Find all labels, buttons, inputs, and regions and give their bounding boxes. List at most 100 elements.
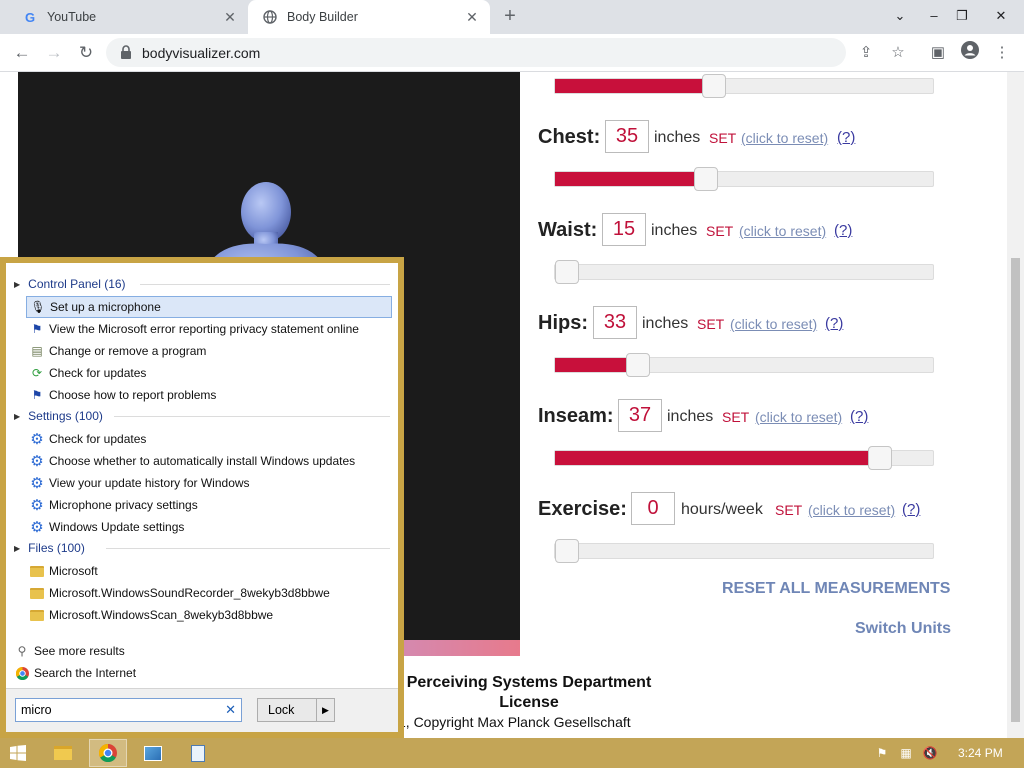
bookmark-star-icon[interactable]: ☆	[886, 41, 910, 65]
close-window-button[interactable]: ✕	[984, 0, 1018, 34]
waist-set-button[interactable]: SET	[706, 223, 733, 239]
hips-reset-link[interactable]: (click to reset)	[730, 316, 817, 332]
url-text: bodyvisualizer.com	[142, 45, 261, 61]
inseam-reset-link[interactable]: (click to reset)	[755, 409, 842, 425]
slider-thumb[interactable]	[626, 353, 650, 377]
waist-reset-link[interactable]: (click to reset)	[739, 223, 826, 239]
menu-kebab-icon[interactable]: ⋮	[990, 41, 1014, 65]
lock-button[interactable]: Lock ▶	[257, 698, 335, 722]
inseam-input[interactable]: 37	[618, 399, 662, 432]
tab-strip: G YouTube ✕ Body Builder ✕ + ⌄ – ❐ ✕	[0, 0, 1024, 34]
expand-triangle-icon: ▶	[14, 543, 21, 553]
result-folder-microsoft[interactable]: Microsoft	[26, 560, 392, 582]
chest-input[interactable]: 35	[605, 120, 649, 153]
close-tab-icon[interactable]: ✕	[222, 9, 238, 25]
clear-search-icon[interactable]: ✕	[225, 699, 236, 721]
reload-button[interactable]: ↻	[73, 41, 99, 65]
exercise-input[interactable]: 0	[631, 492, 675, 525]
group-header-settings[interactable]: ▶ Settings (100)	[14, 406, 390, 426]
slider-previous[interactable]	[554, 74, 934, 98]
chest-reset-link[interactable]: (click to reset)	[741, 130, 828, 146]
see-more-results-link[interactable]: ⚲ See more results	[14, 641, 125, 661]
result-label: Choose whether to automatically install …	[49, 454, 356, 468]
network-icon[interactable]: ▦	[898, 745, 914, 761]
result-folder-windows-scan[interactable]: Microsoft.WindowsScan_8wekyb3d8bbwe	[26, 604, 392, 626]
waist-help-link[interactable]: (?)	[834, 222, 852, 239]
windows-start-icon[interactable]	[10, 745, 26, 761]
tab-body-builder[interactable]: Body Builder ✕	[248, 0, 490, 34]
side-panel-icon[interactable]: ▣	[926, 41, 950, 65]
power-options-arrow-icon[interactable]: ▶	[316, 699, 334, 721]
result-folder-sound-recorder[interactable]: Microsoft.WindowsSoundRecorder_8wekyb3d8…	[26, 582, 392, 604]
slider-thumb[interactable]	[694, 167, 718, 191]
switch-units-button[interactable]: Switch Units	[855, 620, 951, 638]
taskbar-clock[interactable]: 3:24 PM	[958, 746, 1003, 760]
share-icon[interactable]: ⇪	[854, 41, 878, 65]
scrollbar-thumb[interactable]	[1011, 258, 1020, 722]
exercise-set-button[interactable]: SET	[775, 502, 802, 518]
action-center-flag-icon[interactable]: ⚑	[874, 745, 890, 761]
address-bar[interactable]: bodyvisualizer.com	[106, 38, 846, 67]
slider-thumb[interactable]	[868, 446, 892, 470]
profile-avatar-icon[interactable]	[958, 41, 982, 65]
result-windows-update-settings[interactable]: ⚙ Windows Update settings	[26, 516, 392, 538]
forward-button[interactable]: →	[41, 41, 67, 65]
taskbar-photos[interactable]	[134, 739, 172, 767]
start-search-input[interactable]: micro ✕	[15, 698, 242, 722]
taskbar-chrome[interactable]	[89, 739, 127, 767]
chest-slider[interactable]	[554, 167, 934, 191]
new-tab-button[interactable]: +	[498, 5, 522, 29]
taskbar-notepad[interactable]	[179, 739, 217, 767]
waist-input[interactable]: 15	[602, 213, 646, 246]
slider-thumb[interactable]	[555, 260, 579, 284]
result-auto-install-updates[interactable]: ⚙ Choose whether to automatically instal…	[26, 450, 392, 472]
chest-set-button[interactable]: SET	[709, 130, 736, 146]
result-microphone-privacy[interactable]: ⚙ Microphone privacy settings	[26, 494, 392, 516]
inseam-slider[interactable]	[554, 446, 934, 470]
slider-fill	[555, 451, 880, 465]
see-more-label: See more results	[34, 644, 125, 658]
slider-thumb[interactable]	[555, 539, 579, 563]
back-button[interactable]: ←	[9, 41, 35, 65]
close-tab-icon[interactable]: ✕	[464, 9, 480, 25]
footer-license[interactable]: License	[404, 694, 654, 712]
result-error-reporting[interactable]: ⚑ View the Microsoft error reporting pri…	[26, 318, 392, 340]
search-internet-link[interactable]: Search the Internet	[14, 663, 136, 683]
inseam-help-link[interactable]: (?)	[850, 408, 868, 425]
exercise-reset-link[interactable]: (click to reset)	[808, 502, 895, 518]
lock-label: Lock	[268, 703, 295, 717]
group-header-files[interactable]: ▶ Files (100)	[14, 538, 390, 558]
reset-all-button[interactable]: RESET ALL MEASUREMENTS	[722, 580, 950, 598]
restore-button[interactable]: ❐	[945, 0, 979, 34]
hips-unit: inches	[642, 315, 689, 332]
page-scrollbar[interactable]	[1007, 72, 1024, 740]
result-check-updates-settings[interactable]: ⚙ Check for updates	[26, 428, 392, 450]
tab-youtube[interactable]: G YouTube ✕	[8, 0, 248, 34]
expand-triangle-icon: ▶	[14, 411, 21, 421]
slider-thumb[interactable]	[702, 74, 726, 98]
tab-search-icon[interactable]: ⌄	[883, 0, 917, 34]
result-set-up-microphone[interactable]: 🎙 Set up a microphone	[26, 296, 392, 318]
volume-muted-icon[interactable]: 🔇	[922, 745, 938, 761]
result-label: View the Microsoft error reporting priva…	[49, 322, 359, 336]
hips-input[interactable]: 33	[593, 306, 637, 339]
result-label: View your update history for Windows	[49, 476, 250, 490]
photos-icon	[144, 745, 162, 761]
waist-slider[interactable]	[554, 260, 934, 284]
inseam-set-button[interactable]: SET	[722, 409, 749, 425]
exercise-help-link[interactable]: (?)	[902, 501, 920, 518]
result-change-remove-program[interactable]: ▤ Change or remove a program	[26, 340, 392, 362]
result-update-history[interactable]: ⚙ View your update history for Windows	[26, 472, 392, 494]
group-header-control-panel[interactable]: ▶ Control Panel (16)	[14, 274, 390, 294]
chest-help-link[interactable]: (?)	[837, 129, 855, 146]
result-label: Microphone privacy settings	[49, 498, 198, 512]
taskbar-file-explorer[interactable]	[44, 739, 82, 767]
hips-set-button[interactable]: SET	[697, 316, 724, 332]
exercise-slider[interactable]	[554, 539, 934, 563]
result-report-problems[interactable]: ⚑ Choose how to report problems	[26, 384, 392, 406]
result-label: Set up a microphone	[50, 300, 161, 314]
hips-slider[interactable]	[554, 353, 934, 377]
gear-icon: ⚙	[30, 497, 44, 514]
result-check-updates-cp[interactable]: ⟳ Check for updates	[26, 362, 392, 384]
hips-help-link[interactable]: (?)	[825, 315, 843, 332]
